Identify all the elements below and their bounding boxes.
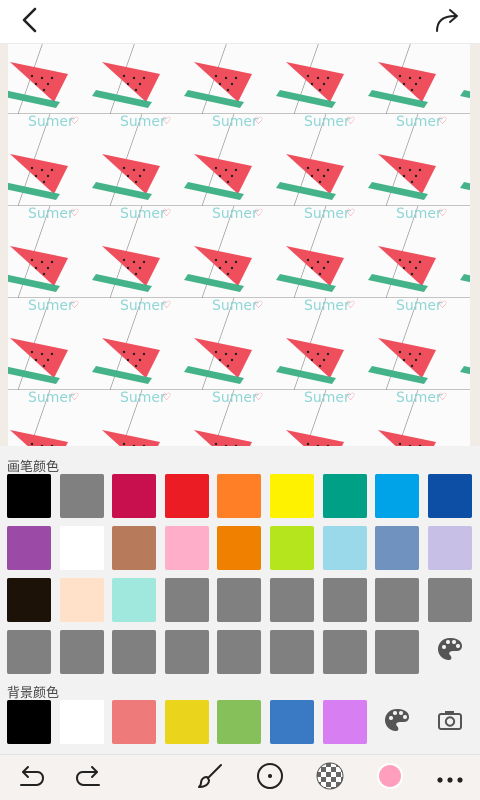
background-color-swatch[interactable]: [112, 700, 157, 744]
brush-color-swatch[interactable]: [112, 526, 157, 570]
brush-color-swatch[interactable]: [375, 526, 420, 570]
share-arrow-icon: [433, 6, 467, 38]
brush-color-swatch[interactable]: [270, 474, 314, 518]
background-color-swatch[interactable]: [322, 700, 367, 744]
palette-icon: [383, 707, 411, 737]
brush-color-swatch[interactable]: [59, 474, 104, 518]
brush-color-swatch[interactable]: [217, 474, 262, 518]
canvas-area: Sumer ♡: [0, 44, 480, 446]
camera-button[interactable]: [428, 700, 472, 744]
brush-color-swatch[interactable]: [322, 630, 367, 674]
brush-color-swatch[interactable]: [270, 578, 314, 622]
background-palette-button[interactable]: [375, 700, 419, 744]
brush-color-swatch[interactable]: [375, 578, 420, 622]
more-button[interactable]: [426, 755, 474, 800]
drawing-canvas[interactable]: Sumer ♡: [8, 44, 470, 446]
current-color-button[interactable]: [366, 755, 414, 800]
background-color-swatch[interactable]: [164, 700, 209, 744]
brush-color-swatch[interactable]: [270, 630, 314, 674]
brush-color-swatch[interactable]: [7, 630, 51, 674]
palette-icon: [436, 636, 464, 666]
brush-color-swatch[interactable]: [217, 630, 262, 674]
checkerboard-icon: [316, 762, 344, 794]
bottom-toolbar: [0, 754, 480, 800]
brush-color-swatch[interactable]: [217, 578, 262, 622]
top-bar: [0, 0, 480, 44]
brush-color-swatch[interactable]: [164, 578, 209, 622]
brush-color-swatch[interactable]: [164, 526, 209, 570]
undo-button[interactable]: [6, 755, 54, 800]
more-icon: [436, 769, 464, 788]
brush-color-swatch[interactable]: [427, 474, 472, 518]
brush-color-swatch[interactable]: [7, 526, 51, 570]
redo-button[interactable]: [66, 755, 114, 800]
brush-color-swatch[interactable]: [322, 578, 367, 622]
brush-button[interactable]: [186, 755, 234, 800]
brush-color-swatch[interactable]: [164, 630, 209, 674]
background-color-swatch[interactable]: [7, 700, 51, 744]
background-color-label: 背景颜色: [7, 686, 60, 701]
watermelon-pattern: Sumer ♡: [8, 44, 470, 446]
brush-color-swatch[interactable]: [164, 474, 209, 518]
brush-color-swatch[interactable]: [427, 526, 472, 570]
share-button[interactable]: [420, 0, 480, 44]
brush-color-swatch[interactable]: [7, 578, 51, 622]
brush-palette-button[interactable]: [428, 629, 472, 673]
back-button[interactable]: [0, 0, 60, 44]
brush-color-swatch[interactable]: [59, 526, 104, 570]
brush-color-swatch[interactable]: [112, 578, 157, 622]
opacity-button[interactable]: [306, 755, 354, 800]
brush-size-button[interactable]: [246, 755, 294, 800]
brush-color-swatch[interactable]: [59, 578, 104, 622]
redo-icon: [75, 764, 105, 792]
undo-icon: [15, 764, 45, 792]
background-color-swatch[interactable]: [59, 700, 104, 744]
brush-color-label: 画笔颜色: [7, 460, 60, 475]
brush-color-swatch[interactable]: [112, 474, 157, 518]
brush-color-swatch[interactable]: [322, 474, 367, 518]
background-color-swatch[interactable]: [270, 700, 314, 744]
brush-icon: [197, 763, 223, 793]
brush-color-swatch[interactable]: [427, 578, 472, 622]
brush-color-swatch[interactable]: [217, 526, 262, 570]
brush-color-swatch[interactable]: [322, 526, 367, 570]
brush-color-swatch[interactable]: [375, 630, 420, 674]
circle-dot-icon: [256, 762, 284, 794]
color-dot-icon: [375, 761, 405, 795]
brush-color-swatch[interactable]: [59, 630, 104, 674]
brush-color-swatch[interactable]: [7, 474, 51, 518]
color-panel: 画笔颜色 背景颜色: [0, 446, 480, 754]
background-color-swatch[interactable]: [217, 700, 262, 744]
brush-color-swatch[interactable]: [270, 526, 314, 570]
back-arrow-icon: [18, 6, 42, 38]
brush-color-swatch[interactable]: [112, 630, 157, 674]
brush-color-swatch[interactable]: [375, 474, 420, 518]
camera-icon: [437, 709, 463, 735]
